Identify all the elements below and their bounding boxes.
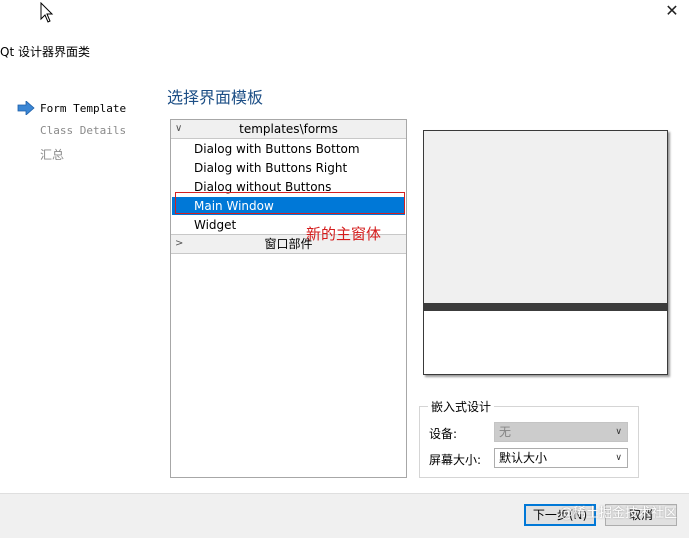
- tree-item-dialog-buttons-bottom[interactable]: Dialog with Buttons Bottom: [194, 140, 360, 158]
- chevron-down-icon[interactable]: ∨: [615, 449, 622, 467]
- page-heading: 选择界面模板: [167, 88, 264, 107]
- screen-size-select-value: 默认大小: [499, 451, 548, 465]
- annotation-highlight-box: [175, 192, 405, 214]
- current-step-arrow-icon: [17, 101, 35, 115]
- device-select-value: 无: [499, 425, 512, 439]
- chevron-right-icon[interactable]: >: [175, 235, 183, 253]
- preview-window-area: [424, 131, 667, 303]
- device-select: 无 ∨: [494, 422, 628, 442]
- watermark: @稀土掘金技术社区: [560, 506, 678, 521]
- dialog-title: Qt 设计器界面类: [0, 45, 90, 59]
- nav-step-summary: 汇总: [40, 148, 65, 162]
- annotation-text: 新的主窗体: [306, 225, 382, 243]
- tree-group-label: templates\forms: [239, 122, 338, 136]
- chevron-down-icon: ∨: [615, 427, 622, 437]
- embedded-design-title: 嵌入式设计: [428, 398, 495, 415]
- nav-step-form-template: Form Template: [40, 102, 127, 115]
- device-label: 设备:: [429, 427, 458, 441]
- template-tree[interactable]: ∨ templates\forms Dialog with Buttons Bo…: [170, 119, 407, 478]
- nav-step-class-details: Class Details: [40, 124, 127, 137]
- close-icon[interactable]: ✕: [664, 3, 680, 19]
- tree-group-templates-forms[interactable]: ∨ templates\forms: [171, 120, 406, 139]
- screen-size-label: 屏幕大小:: [429, 453, 482, 467]
- preview-status-bar: [424, 303, 667, 311]
- template-preview: [423, 130, 668, 375]
- mouse-cursor-icon: [40, 2, 54, 23]
- tree-item-widget[interactable]: Widget: [194, 216, 236, 234]
- chevron-down-icon[interactable]: ∨: [175, 120, 182, 138]
- tree-item-dialog-buttons-right[interactable]: Dialog with Buttons Right: [194, 159, 347, 177]
- screen-size-select[interactable]: 默认大小 ∨: [494, 448, 628, 468]
